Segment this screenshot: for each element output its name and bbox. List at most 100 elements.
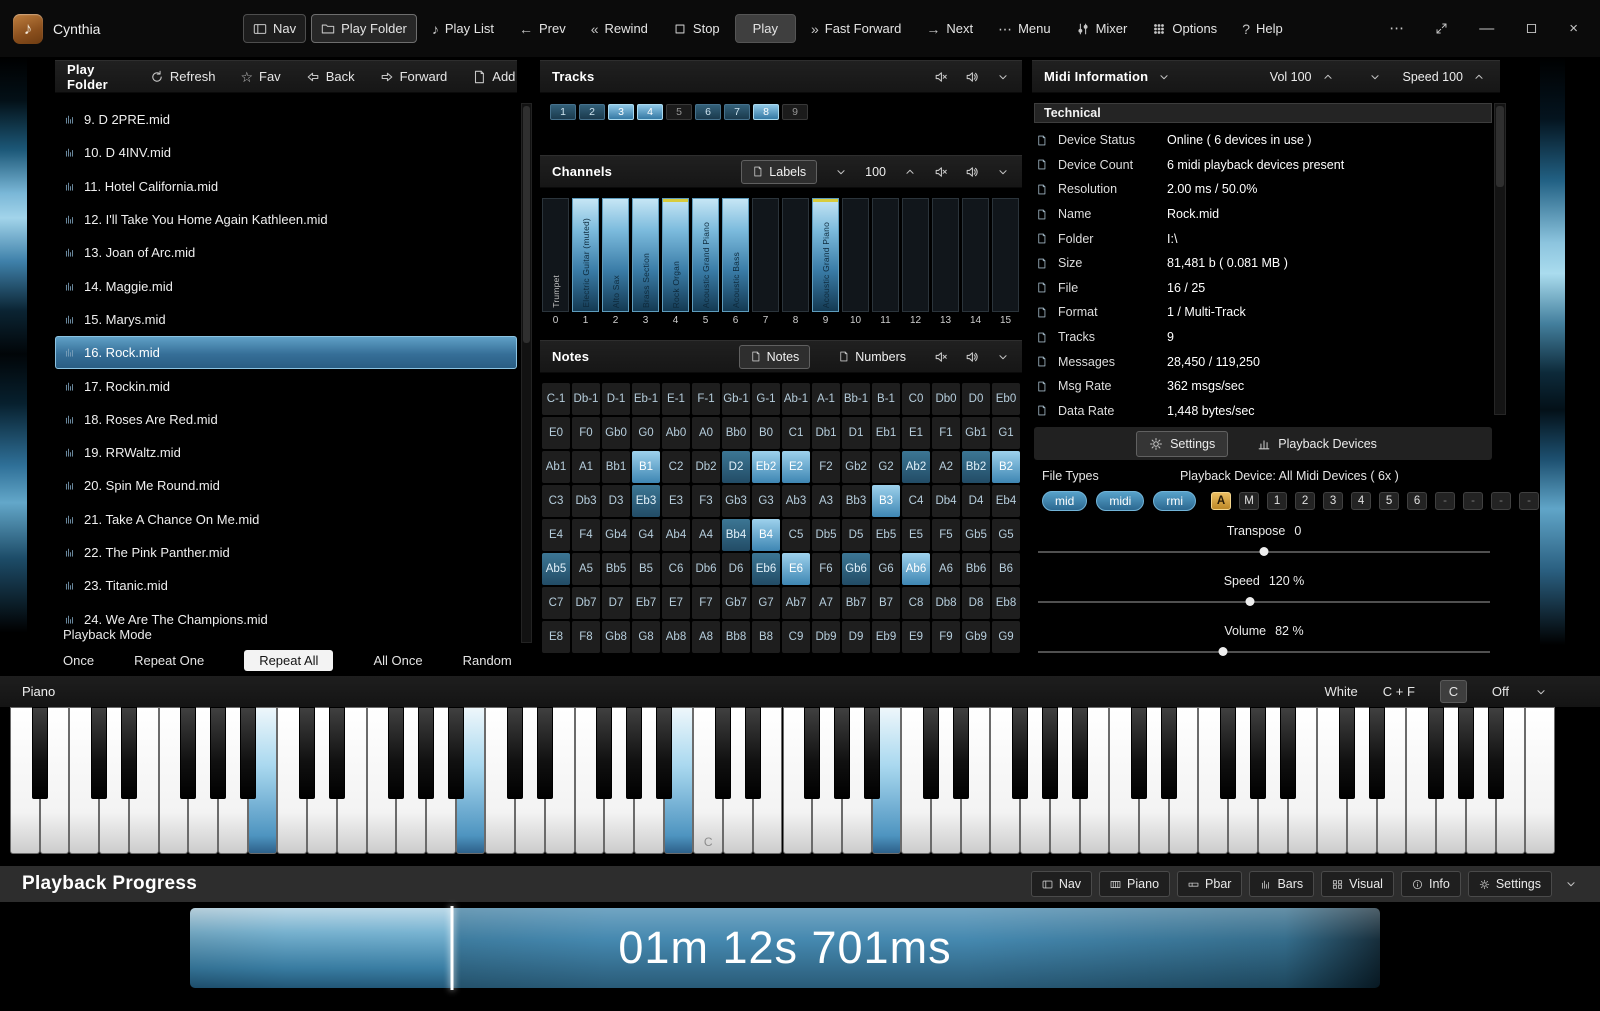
note-cell-Bb5[interactable]: Bb5 bbox=[602, 553, 630, 585]
notes-dropdown-icon[interactable] bbox=[996, 350, 1010, 364]
note-cell-Ab8[interactable]: Ab8 bbox=[662, 621, 690, 653]
file-item[interactable]: 20. Spin Me Round.mid bbox=[55, 469, 517, 502]
note-cell-Ab-1[interactable]: Ab-1 bbox=[782, 383, 810, 415]
labels-button[interactable]: Labels bbox=[741, 160, 817, 184]
file-list-scroll-thumb[interactable] bbox=[523, 106, 530, 343]
note-cell-Db4[interactable]: Db4 bbox=[932, 485, 960, 517]
folder-toolbar-refresh[interactable]: Refresh bbox=[150, 69, 216, 84]
note-cell-Db8[interactable]: Db8 bbox=[932, 587, 960, 619]
progress-settings-button[interactable]: Settings bbox=[1468, 871, 1552, 897]
window-more-button[interactable]: ⋯ bbox=[1389, 21, 1404, 36]
note-cell-Db-1[interactable]: Db-1 bbox=[572, 383, 600, 415]
file-type-rmi[interactable]: rmi bbox=[1153, 491, 1196, 511]
note-cell-Bb4[interactable]: Bb4 bbox=[722, 519, 750, 551]
piano-black-key-after-C2[interactable] bbox=[299, 707, 315, 799]
piano-black-key-after-D7[interactable] bbox=[1369, 707, 1385, 799]
info-scroll-thumb[interactable] bbox=[1496, 106, 1504, 187]
channels-speaker-icon[interactable] bbox=[965, 165, 979, 179]
titlebar-button-help[interactable]: ?Help bbox=[1232, 14, 1293, 43]
note-cell-Bb0[interactable]: Bb0 bbox=[722, 417, 750, 449]
note-cell-A7[interactable]: A7 bbox=[812, 587, 840, 619]
note-cell-F4[interactable]: F4 bbox=[572, 519, 600, 551]
note-cell-Gb3[interactable]: Gb3 bbox=[722, 485, 750, 517]
titlebar-button-next[interactable]: →Next bbox=[916, 14, 983, 43]
file-item[interactable]: 14. Maggie.mid bbox=[55, 269, 517, 302]
note-cell-D1[interactable]: D1 bbox=[842, 417, 870, 449]
note-cell-D5[interactable]: D5 bbox=[842, 519, 870, 551]
note-cell-Ab4[interactable]: Ab4 bbox=[662, 519, 690, 551]
note-cell-Db7[interactable]: Db7 bbox=[572, 587, 600, 619]
note-cell-F-1[interactable]: F-1 bbox=[692, 383, 720, 415]
note-cell-C1[interactable]: C1 bbox=[782, 417, 810, 449]
file-item[interactable]: 21. Take A Chance On Me.mid bbox=[55, 503, 517, 536]
titlebar-button-play-folder[interactable]: Play Folder bbox=[311, 14, 417, 43]
notes-button[interactable]: Notes bbox=[739, 345, 811, 369]
note-cell-C6[interactable]: C6 bbox=[662, 553, 690, 585]
note-cell-Ab6[interactable]: Ab6 bbox=[902, 553, 930, 585]
note-cell-A3[interactable]: A3 bbox=[812, 485, 840, 517]
titlebar-button-stop[interactable]: Stop bbox=[663, 14, 730, 43]
note-cell-E0[interactable]: E0 bbox=[542, 417, 570, 449]
device-slot-empty-11[interactable]: - bbox=[1519, 492, 1539, 510]
channel-strip-3[interactable]: Brass Section bbox=[632, 198, 659, 312]
note-cell-B4[interactable]: B4 bbox=[752, 519, 780, 551]
notes-mute-icon[interactable] bbox=[934, 350, 948, 364]
note-cell-G8[interactable]: G8 bbox=[632, 621, 660, 653]
note-cell-A1[interactable]: A1 bbox=[572, 451, 600, 483]
piano-black-key-after-F5[interactable] bbox=[1012, 707, 1028, 799]
device-slot-empty-9[interactable]: - bbox=[1463, 492, 1483, 510]
note-cell-A8[interactable]: A8 bbox=[692, 621, 720, 653]
device-slot-2[interactable]: 2 bbox=[1295, 492, 1315, 510]
piano-black-key-after-G4[interactable] bbox=[834, 707, 850, 799]
file-item[interactable]: 22. The Pink Panther.mid bbox=[55, 536, 517, 569]
piano-black-key-after-G5[interactable] bbox=[1042, 707, 1058, 799]
track-4[interactable]: 4 bbox=[637, 104, 663, 120]
piano-black-key-after-A6[interactable] bbox=[1280, 707, 1296, 799]
note-cell-Bb7[interactable]: Bb7 bbox=[842, 587, 870, 619]
note-cell-Eb5[interactable]: Eb5 bbox=[872, 519, 900, 551]
piano-black-key-after-F2[interactable] bbox=[388, 707, 404, 799]
note-cell-G1[interactable]: G1 bbox=[992, 417, 1020, 449]
note-cell-Gb9[interactable]: Gb9 bbox=[962, 621, 990, 653]
device-slot-empty-8[interactable]: - bbox=[1435, 492, 1455, 510]
note-cell-Eb3[interactable]: Eb3 bbox=[632, 485, 660, 517]
progress-visual-button[interactable]: Visual bbox=[1321, 871, 1394, 897]
slider-track-transpose[interactable] bbox=[1038, 551, 1490, 553]
playback-devices-button[interactable]: Playback Devices bbox=[1244, 431, 1390, 457]
info-section-dropdown-icon[interactable] bbox=[1368, 70, 1382, 84]
channel-strip-11[interactable] bbox=[872, 198, 899, 312]
piano-black-key-after-C1[interactable] bbox=[91, 707, 107, 799]
piano-black-key-after-F1[interactable] bbox=[180, 707, 196, 799]
note-cell-Bb6[interactable]: Bb6 bbox=[962, 553, 990, 585]
note-cell-Gb6[interactable]: Gb6 bbox=[842, 553, 870, 585]
file-item[interactable]: 18. Roses Are Red.mid bbox=[55, 403, 517, 436]
note-cell-Db0[interactable]: Db0 bbox=[932, 383, 960, 415]
note-cell-Db3[interactable]: Db3 bbox=[572, 485, 600, 517]
slider-track-speed[interactable] bbox=[1038, 601, 1490, 603]
note-cell-D6[interactable]: D6 bbox=[722, 553, 750, 585]
note-cell-D0[interactable]: D0 bbox=[962, 383, 990, 415]
channels-dropdown-icon[interactable] bbox=[834, 165, 848, 179]
note-cell-F7[interactable]: F7 bbox=[692, 587, 720, 619]
note-cell-Gb1[interactable]: Gb1 bbox=[962, 417, 990, 449]
note-cell-G6[interactable]: G6 bbox=[872, 553, 900, 585]
note-cell-F2[interactable]: F2 bbox=[812, 451, 840, 483]
titlebar-button-nav[interactable]: Nav bbox=[243, 14, 306, 43]
window-close-button[interactable]: × bbox=[1569, 21, 1578, 36]
tracks-dropdown-icon[interactable] bbox=[996, 70, 1010, 84]
progress-pbar-button[interactable]: Pbar bbox=[1177, 871, 1242, 897]
device-slot-empty-10[interactable]: - bbox=[1491, 492, 1511, 510]
piano-black-key-after-D6[interactable] bbox=[1161, 707, 1177, 799]
note-cell-B6[interactable]: B6 bbox=[992, 553, 1020, 585]
note-cell-D7[interactable]: D7 bbox=[602, 587, 630, 619]
note-cell-B2[interactable]: B2 bbox=[992, 451, 1020, 483]
folder-toolbar-forward[interactable]: Forward bbox=[380, 69, 448, 84]
note-cell-E7[interactable]: E7 bbox=[662, 587, 690, 619]
note-cell-G-1[interactable]: G-1 bbox=[752, 383, 780, 415]
device-slot-a[interactable]: A bbox=[1211, 492, 1231, 510]
note-cell-C7[interactable]: C7 bbox=[542, 587, 570, 619]
titlebar-button-prev[interactable]: ←Prev bbox=[509, 14, 576, 43]
piano-white-mode[interactable]: White bbox=[1325, 684, 1358, 699]
note-cell-D3[interactable]: D3 bbox=[602, 485, 630, 517]
piano-black-key-after-A7[interactable] bbox=[1488, 707, 1504, 799]
